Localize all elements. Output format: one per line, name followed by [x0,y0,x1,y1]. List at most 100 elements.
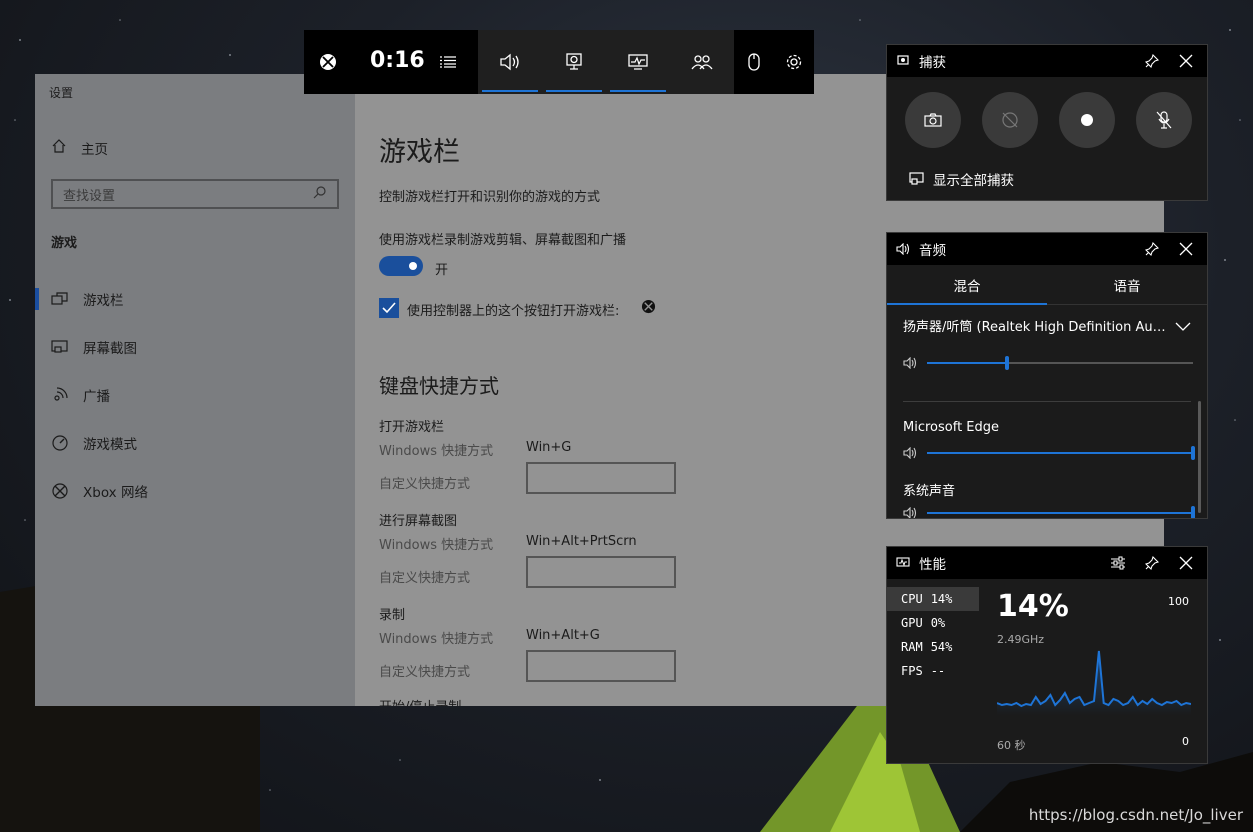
pin-icon[interactable] [1139,54,1165,68]
pin-icon[interactable] [1139,242,1165,256]
app-name: Microsoft Edge [903,420,1000,435]
sidebar-item-label: 主页 [81,142,108,158]
shortcut-title: 进行屏幕截图 [379,514,458,529]
panel-title: 性能 [919,557,946,573]
app-volume-slider[interactable] [903,445,1195,461]
capture-icon [895,55,911,67]
gallery-icon [909,172,924,185]
panel-title: 音频 [919,243,946,259]
widget-toolbar [478,30,734,94]
record-icon [1081,114,1093,126]
widget-menu-button[interactable] [434,30,462,94]
capture-icon [566,53,582,70]
audio-icon [500,53,519,71]
performance-widget-button[interactable] [606,30,670,94]
metric-row-cpu[interactable]: CPU 14% [887,587,979,611]
metric-value: -- [930,664,946,678]
graph-time-label: 60 秒 [997,739,1026,752]
custom-shortcut-input[interactable] [526,462,676,494]
active-indicator [35,288,39,310]
checkmark-icon [382,302,396,314]
metric-row-gpu[interactable]: GPU 0% [887,611,979,635]
shortcut-title: 录制 [379,608,406,623]
social-widget-button[interactable] [670,30,734,94]
cpu-usage-graph [997,650,1191,715]
sidebar-item-label: Xbox 网络 [83,485,148,501]
settings-button[interactable] [780,30,808,94]
capture-widget-button[interactable] [542,30,606,94]
shortcut-title: 打开游戏栏 [379,420,445,435]
chevron-down-icon[interactable] [1175,317,1191,336]
pin-icon[interactable] [1139,556,1165,570]
active-indicator [482,90,538,92]
custom-shortcut-input[interactable] [526,556,676,588]
metric-value: 14% [930,592,953,606]
page-title: 游戏栏 [379,137,460,168]
screenshot-button[interactable] [905,92,961,148]
sidebar-item-label: 游戏栏 [83,293,124,309]
metric-name: FPS [901,664,923,678]
custom-shortcut-input[interactable] [526,650,676,682]
audio-panel: 音频 混合 语音 扬声器/听筒 (Realtek High Definition… [886,232,1208,519]
shortcut-title: 开始/停止录制 [379,696,461,706]
sidebar-item-home[interactable]: 主页 [51,138,108,158]
metric-row-fps[interactable]: FPS -- [887,659,979,683]
audio-widget-button[interactable] [478,30,542,94]
sidebar-item-broadcast[interactable]: 广播 [51,385,110,405]
metric-row-ram[interactable]: RAM 54% [887,635,979,659]
show-all-captures-label: 显示全部捕获 [933,173,1014,189]
metric-name: GPU [901,616,923,630]
sidebar-item-game-bar[interactable]: 游戏栏 [51,289,124,309]
social-icon [691,55,713,70]
windows-shortcut-value: Win+Alt+G [526,628,600,643]
record-last-button[interactable] [982,92,1038,148]
sidebar-item-label: 游戏模式 [83,437,137,453]
close-icon[interactable] [1173,556,1199,570]
show-all-captures-link[interactable]: 显示全部捕获 [909,169,1014,189]
section-label-gaming: 游戏 [51,236,78,251]
speaker-icon [895,243,911,255]
performance-icon [895,557,911,569]
metric-name: CPU [901,592,923,606]
sidebar-item-game-mode[interactable]: 游戏模式 [51,433,137,453]
metric-value: 54% [930,640,953,654]
record-setting-label: 使用游戏栏录制游戏剪辑、屏幕截图和广播 [379,233,627,248]
tab-mix[interactable]: 混合 [887,265,1047,305]
menu-icon [440,56,456,68]
settings-sidebar: 设置 主页 查找设置 游戏 游戏栏 屏幕截图 广播 游戏模式 Xbox 网络 [35,74,355,706]
metric-list: CPU 14% GPU 0% RAM 54% FPS -- [887,587,979,683]
keyboard-shortcuts-heading: 键盘快捷方式 [379,374,499,398]
watermark: https://blog.csdn.net/Jo_liver [1028,806,1243,824]
panel-title: 捕获 [919,55,946,71]
output-device-select[interactable]: 扬声器/听筒 (Realtek High Definition Aud... [903,316,1173,335]
camera-icon [924,113,942,127]
speaker-icon [903,357,917,369]
controller-checkbox[interactable] [379,298,399,318]
mouse-icon [748,53,760,71]
record-toggle[interactable] [379,256,423,276]
close-icon[interactable] [1173,242,1199,256]
sidebar-item-xbox-network[interactable]: Xbox 网络 [51,481,148,501]
active-indicator [610,90,666,92]
mic-button[interactable] [1136,92,1192,148]
tab-voice[interactable]: 语音 [1047,265,1207,304]
sidebar-item-label: 广播 [83,389,110,405]
capture-panel: 捕获 显示全部捕获 [886,44,1208,201]
mouse-button[interactable] [740,30,768,94]
sidebar-item-screenshot[interactable]: 屏幕截图 [51,337,137,357]
search-input[interactable]: 查找设置 [51,179,339,209]
windows-shortcut-value: Win+G [526,440,572,455]
device-volume-slider[interactable] [903,355,1193,371]
app-volume-slider[interactable] [903,505,1195,518]
gear-icon [786,54,802,70]
windows-shortcut-label: Windows 快捷方式 [379,632,494,647]
metric-name: RAM [901,640,923,654]
xbox-button[interactable] [312,30,344,94]
scrollbar[interactable] [1198,401,1201,513]
window-title: 设置 [49,86,74,100]
divider [903,401,1191,402]
options-icon[interactable] [1105,556,1131,570]
graph-min-label: 0 [1182,735,1189,748]
record-button[interactable] [1059,92,1115,148]
close-icon[interactable] [1173,54,1199,68]
